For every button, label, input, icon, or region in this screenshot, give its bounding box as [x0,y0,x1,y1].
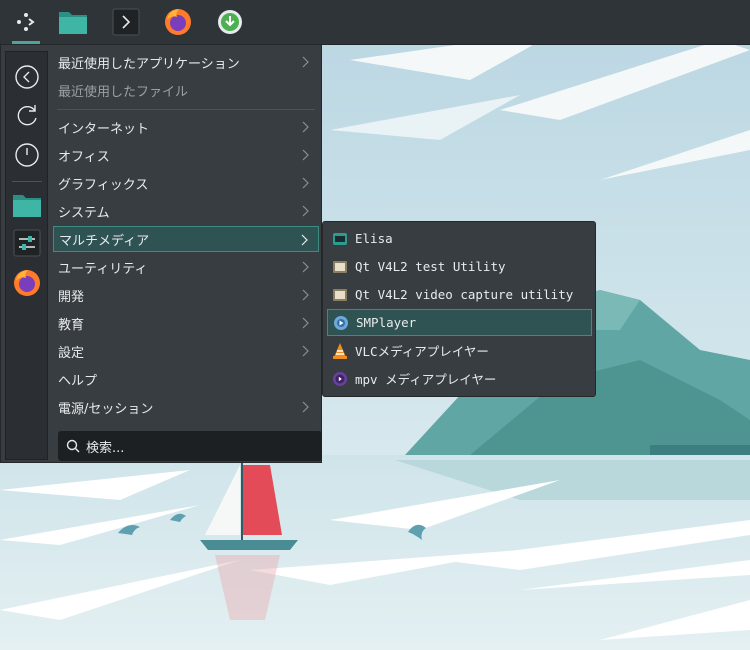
fav-power-button[interactable] [10,138,44,172]
menu-item-label: インターネット [58,121,150,137]
settings-icon [13,229,41,257]
qv4l2-icon [331,258,349,276]
terminal-button[interactable] [108,4,144,40]
back-icon [15,65,39,89]
power-icon [15,143,39,167]
folder-icon [59,12,87,34]
chevron-right-icon [302,177,309,189]
vlc-icon [331,342,349,360]
chevron-right-icon [302,205,309,217]
terminal-icon [112,8,140,36]
menu-item-power-session[interactable]: 電源/セッション [53,394,319,420]
menu-item-label: システム [58,205,110,221]
menu-item-utilities[interactable]: ユーティリティ [53,254,319,280]
search-placeholder: 検索... [86,440,125,456]
menu-item-development[interactable]: 開発 [53,282,319,308]
search-input[interactable]: 検索... [58,431,322,461]
mpv-icon [331,370,349,388]
chevron-right-icon [302,149,309,161]
folder-icon [13,195,41,217]
submenu-item-label: mpv メディアプレイヤー [355,372,497,387]
menu-item-label: マルチメディア [59,233,150,249]
fav-system-settings-button[interactable] [10,226,44,260]
menu-separator [57,109,315,110]
menu-item-office[interactable]: オフィス [53,142,319,168]
menu-item-help[interactable]: ヘルプ [53,366,319,392]
top-panel [0,0,750,45]
menu-item-label: 最近使用したファイル [58,84,189,100]
fav-reload-button[interactable] [10,98,44,132]
chevron-right-icon [302,289,309,301]
menu-item-label: 開発 [58,289,85,305]
chevron-right-icon [301,234,308,246]
application-launcher-button[interactable] [8,4,44,44]
menu-item-label: ヘルプ [58,373,98,389]
menu-item-label: 教育 [58,317,85,333]
menu-item-label: 設定 [58,345,85,361]
submenu-item-label: VLCメディアプレイヤー [355,344,489,359]
firefox-icon [165,9,191,35]
menu-item-multimedia[interactable]: マルチメディア [53,226,319,252]
menu-item-system[interactable]: システム [53,198,319,224]
file-manager-button[interactable] [55,4,91,40]
search-icon [66,439,80,453]
favorites-bar [5,51,48,460]
firefox-icon [14,270,40,296]
chevron-right-icon [302,121,309,133]
menu-item-settings[interactable]: 設定 [53,338,319,364]
menu-item-recent-apps[interactable]: 最近使用したアプリケーション [53,49,319,75]
chevron-right-icon [302,317,309,329]
fav-file-manager-button[interactable] [10,188,44,222]
reload-icon [17,105,37,126]
submenu-item-elisa[interactable]: Elisa [327,225,592,252]
qvidcap-icon [331,286,349,304]
submenu-item-label: Qt V4L2 test Utility [355,259,506,274]
menu-item-internet[interactable]: インターネット [53,114,319,140]
kickoff-icon [17,13,35,31]
menu-item-recent-files[interactable]: 最近使用したファイル [53,77,319,103]
menu-item-label: ユーティリティ [58,261,148,277]
submenu-item-label: SMPlayer [356,315,417,330]
submenu-item-mpv[interactable]: mpv メディアプレイヤー [327,365,592,392]
menu-item-education[interactable]: 教育 [53,310,319,336]
menu-item-label: 電源/セッション [58,401,154,417]
fav-back-button[interactable] [10,60,44,94]
chevron-right-icon [302,56,309,68]
menu-item-graphics[interactable]: グラフィックス [53,170,319,196]
fav-firefox-button[interactable] [10,266,44,300]
chevron-right-icon [302,261,309,273]
submenu-item-qv4l2[interactable]: Qt V4L2 test Utility [327,253,592,280]
submenu-item-qvidcap[interactable]: Qt V4L2 video capture utility [327,281,592,308]
submenu-item-vlc[interactable]: VLCメディアプレイヤー [327,337,592,364]
firefox-button[interactable] [160,4,196,40]
menu-item-label: 最近使用したアプリケーション [58,56,240,72]
smplayer-icon [332,314,350,332]
download-button[interactable] [212,4,248,40]
favorites-separator [12,181,42,182]
elisa-icon [331,230,349,248]
menu-item-label: オフィス [58,149,110,165]
multimedia-submenu: Elisa Qt V4L2 test Utility Qt V4L2 video… [322,221,596,397]
application-menu: 最近使用したアプリケーション 最近使用したファイル インターネット オフィス グ… [0,44,322,463]
chevron-right-icon [302,345,309,357]
download-icon [218,10,242,34]
chevron-right-icon [302,401,309,413]
submenu-item-label: Elisa [355,231,393,246]
submenu-item-smplayer[interactable]: SMPlayer [327,309,592,336]
submenu-item-label: Qt V4L2 video capture utility [355,287,574,302]
menu-item-label: グラフィックス [58,177,149,193]
